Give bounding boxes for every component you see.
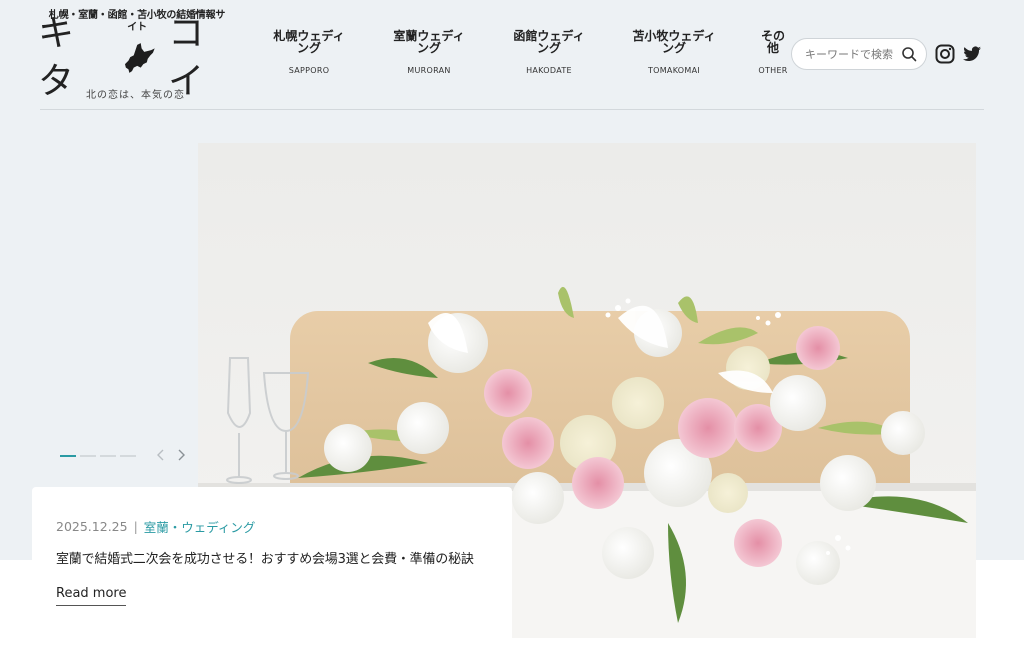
chevron-right-icon[interactable] — [174, 447, 188, 463]
nav-item-muroran[interactable]: 室蘭ウェディング MURORAN — [388, 30, 470, 75]
logo-subtitle: 北の恋は、本気の恋 — [86, 90, 185, 101]
nav-item-tomakomai[interactable]: 苫小牧ウェディング TOMAKOMAI — [628, 30, 720, 75]
search-input[interactable] — [805, 47, 897, 61]
nav-label-en: TOMAKOMAI — [647, 66, 701, 75]
nav-label-ja: その他 — [760, 29, 785, 55]
slider-pagination — [60, 455, 136, 457]
nav-label-ja: 苫小牧ウェディング — [632, 29, 716, 55]
search-icon[interactable] — [901, 46, 917, 62]
post-meta: 2025.12.25 | 室蘭・ウェディング — [56, 517, 488, 536]
nav-item-sapporo[interactable]: 札幌ウェディング SAPPORO — [268, 30, 350, 75]
nav-label-en: MURORAN — [407, 66, 451, 75]
twitter-icon[interactable] — [962, 44, 982, 64]
read-more-link[interactable]: Read more — [56, 586, 127, 606]
instagram-icon[interactable] — [935, 44, 955, 64]
header-divider — [40, 109, 984, 110]
search-box — [791, 38, 927, 70]
nav-item-other[interactable]: その他 OTHER — [758, 30, 788, 75]
nav-label-ja: 札幌ウェディング — [273, 29, 345, 55]
featured-post-card: 2025.12.25 | 室蘭・ウェディング 室蘭で結婚式二次会を成功させる！お… — [32, 487, 512, 646]
post-date: 2025.12.25 — [56, 519, 128, 534]
chevron-left-icon[interactable] — [154, 447, 168, 463]
nav-label-ja: 室蘭ウェディング — [393, 29, 465, 55]
slider-dot[interactable] — [120, 455, 136, 457]
site-header: 札幌・室蘭・函館・苫小牧の結婚情報サイト キタ コイ 北の恋は、本気の恋 札幌ウ… — [0, 0, 1024, 110]
site-logo[interactable]: キタ コイ — [38, 13, 238, 102]
slider-dot[interactable] — [60, 455, 76, 457]
hokkaido-map-icon — [124, 43, 155, 73]
slider-dot[interactable] — [100, 455, 116, 457]
post-title[interactable]: 室蘭で結婚式二次会を成功させる！おすすめ会場3選と会費・準備の秘訣 — [56, 550, 488, 570]
nav-label-en: SAPPORO — [288, 66, 330, 75]
nav-label-en: HAKODATE — [526, 66, 572, 75]
nav-label-en: OTHER — [758, 66, 788, 75]
post-category-link[interactable]: 室蘭・ウェディング — [144, 517, 256, 536]
slider-dot[interactable] — [80, 455, 96, 457]
meta-separator: | — [133, 519, 138, 534]
nav-label-ja: 函館ウェディング — [513, 29, 585, 55]
nav-item-hakodate[interactable]: 函館ウェディング HAKODATE — [508, 30, 590, 75]
